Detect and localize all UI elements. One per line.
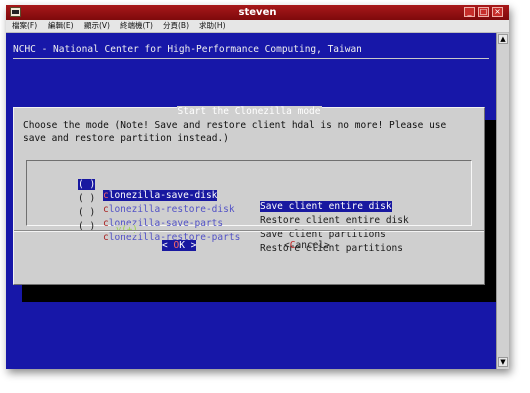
menu-edit[interactable]: 編輯(E): [48, 21, 74, 31]
menu-help[interactable]: 求助(H): [199, 21, 226, 31]
option-tag-text: lonezilla-restore-disk: [108, 204, 235, 215]
mode-options-list: ( ) clonezilla-save-disk Save client ent…: [26, 160, 472, 254]
maximize-button[interactable]: □: [478, 7, 489, 17]
terminal-screen[interactable]: NCHC - National Center for High-Performa…: [6, 33, 496, 369]
scroll-up-arrow-icon[interactable]: ▲: [498, 34, 508, 44]
option-description: Restore client partitions: [260, 243, 403, 254]
ok-right-bracket: >: [190, 240, 197, 251]
ok-left-bracket: <: [162, 240, 168, 251]
option-tag: clonezilla-save-disk: [103, 190, 218, 201]
menu-tabs[interactable]: 分頁(B): [163, 21, 189, 31]
dialog-prompt-line-1: Choose the mode (Note! Save and restore …: [23, 120, 447, 131]
menu-view[interactable]: 顯示(V): [84, 21, 110, 31]
ok-label-rest: K: [179, 240, 185, 251]
option-description: Save client entire disk: [260, 201, 392, 212]
dialog-title-text: Start the Clonezilla mode: [176, 106, 322, 117]
scroll-down-arrow-icon[interactable]: ▼: [498, 357, 508, 367]
cancel-label-rest: ancel: [295, 240, 325, 251]
dialog-prompt-line-2: save and restore partition instead.): [23, 133, 229, 144]
backtitle: NCHC - National Center for High-Performa…: [13, 44, 362, 55]
cancel-right-bracket: >: [324, 240, 330, 251]
menu-file[interactable]: 檔案(F): [12, 21, 37, 31]
cancel-button[interactable]: <Cancel>: [284, 240, 330, 251]
option-save-parts[interactable]: ( ) clonezilla-save-parts Save client pa…: [27, 196, 386, 240]
backtitle-divider: [13, 58, 489, 59]
window-title: steven: [238, 7, 277, 18]
title-bar[interactable]: steven _ □ ×: [6, 5, 509, 20]
option-tag-text: lonezilla-save-disk: [108, 190, 218, 201]
option-description: Restore client entire disk: [260, 215, 409, 226]
minimize-button[interactable]: _: [464, 7, 475, 17]
menu-terminal[interactable]: 終端機(T): [120, 21, 153, 31]
terminal-scrollbar[interactable]: ▲ ▼: [496, 33, 509, 369]
clonezilla-mode-dialog: Start the Clonezilla mode Choose the mod…: [13, 106, 485, 285]
menu-bar: 檔案(F) 編輯(E) 顯示(V) 終端機(T) 分頁(B) 求助(H): [6, 20, 509, 33]
option-restore-disk[interactable]: ( ) clonezilla-restore-disk Restore clie…: [27, 182, 409, 226]
button-area-divider: [14, 231, 484, 232]
option-tag: clonezilla-restore-disk: [103, 204, 235, 215]
dialog-title: Start the Clonezilla mode: [14, 106, 484, 117]
option-save-disk[interactable]: ( ) clonezilla-save-disk Save client ent…: [27, 168, 392, 212]
option-restore-parts[interactable]: ( ) clonezilla-restore-parts Restore cli…: [27, 210, 403, 254]
ok-button[interactable]: < OK >: [162, 240, 197, 251]
terminal-window: steven _ □ × 檔案(F) 編輯(E) 顯示(V) 終端機(T) 分頁…: [6, 5, 509, 369]
close-button[interactable]: ×: [492, 7, 503, 17]
